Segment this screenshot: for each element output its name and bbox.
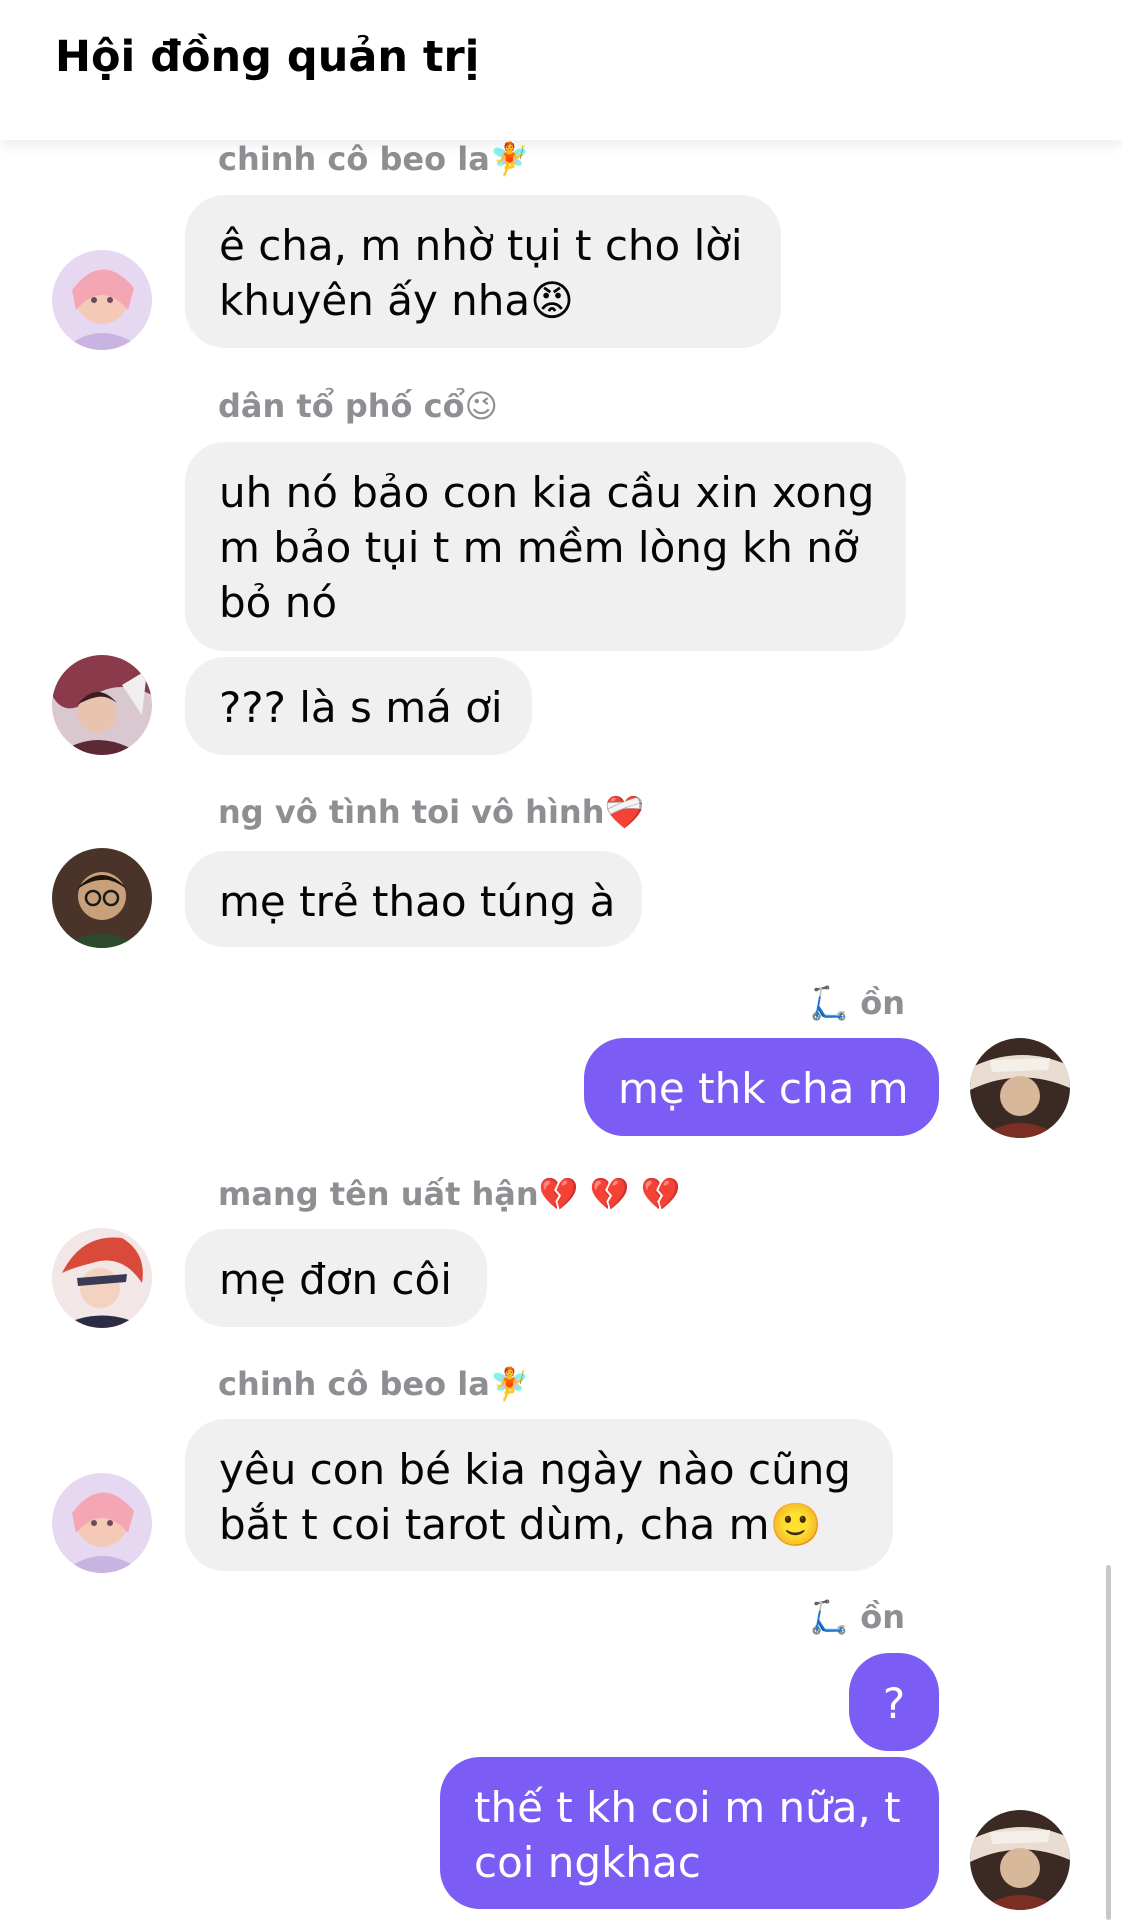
sender-name: dân tổ phố cổ😉 [218, 387, 498, 425]
message-line: yêu con bé kia ngày nào cũng [219, 1445, 851, 1494]
message-line: thế t kh coi m nữa, t [474, 1783, 901, 1832]
message-bubble[interactable]: ? [849, 1653, 939, 1751]
sender-name: mang tên uất hận💔 💔 💔 [218, 1175, 681, 1213]
message-line: bỏ nó [219, 578, 338, 627]
message-line: ??? là s má ơi [219, 683, 503, 732]
message-bubble[interactable]: yêu con bé kia ngày nào cũng bắt t coi t… [185, 1419, 893, 1571]
avatar[interactable] [970, 1038, 1070, 1138]
message-bubble[interactable]: mẹ thk cha m [584, 1038, 939, 1136]
sender-name: 🛴 ồn [809, 984, 905, 1022]
message-line: mẹ trẻ thao túng à [219, 877, 616, 926]
message-bubble[interactable]: uh nó bảo con kia cầu xin xong m bảo tụi… [185, 442, 906, 651]
message-bubble[interactable]: mẹ đơn côi [185, 1229, 487, 1327]
sender-name: chinh cô beo la🧚 [218, 1365, 530, 1403]
avatar[interactable] [52, 655, 152, 755]
message-bubble[interactable]: thế t kh coi m nữa, t coi ngkhac [440, 1757, 939, 1909]
message-line: bắt t coi tarot dùm, cha m🙂 [219, 1500, 822, 1549]
sender-name: chinh cô beo la🧚 [218, 140, 530, 178]
message-line: mẹ đơn côi [219, 1255, 452, 1304]
sender-name: 🛴 ồn [809, 1598, 905, 1636]
avatar[interactable] [52, 1228, 152, 1328]
message-bubble[interactable]: mẹ trẻ thao túng à [185, 851, 642, 947]
message-line: m bảo tụi t m mềm lòng kh nỡ [219, 523, 859, 572]
scrollbar[interactable] [1106, 1565, 1111, 1920]
avatar[interactable] [52, 848, 152, 948]
group-title[interactable]: Hội đồng quản trị [55, 32, 479, 82]
chat-header: Hội đồng quản trị [0, 0, 1123, 140]
avatar[interactable] [52, 1473, 152, 1573]
sender-name: ng vô tình toi vô hình❤️‍🩹 [218, 793, 645, 831]
message-line: mẹ thk cha m [618, 1064, 909, 1113]
avatar[interactable] [970, 1810, 1070, 1910]
message-line: ? [882, 1679, 906, 1728]
message-line: uh nó bảo con kia cầu xin xong [219, 468, 875, 517]
message-bubble[interactable]: ??? là s má ơi [185, 657, 532, 755]
message-bubble[interactable]: ê cha, m nhờ tụi t cho lời khuyên ấy nha… [185, 195, 781, 348]
avatar[interactable] [52, 250, 152, 350]
message-line: ê cha, m nhờ tụi t cho lời [219, 221, 743, 270]
message-line: khuyên ấy nha😡 [219, 276, 574, 325]
message-line: coi ngkhac [474, 1838, 701, 1887]
